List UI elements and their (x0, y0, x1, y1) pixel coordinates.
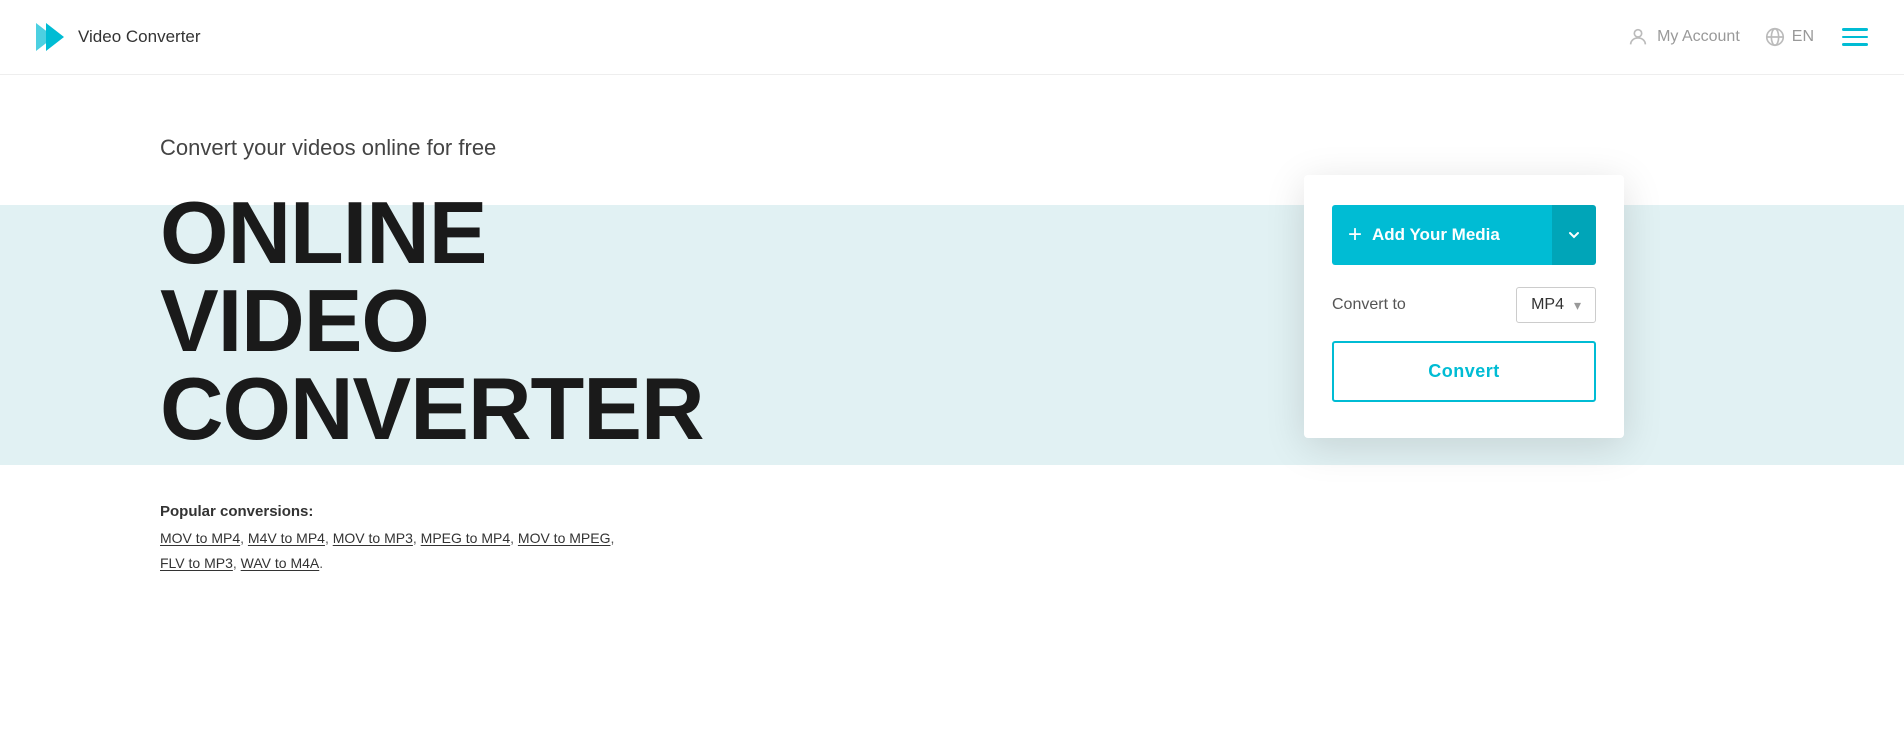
add-media-button[interactable]: + Add Your Media (1332, 205, 1552, 265)
format-value: MP4 (1531, 296, 1564, 314)
format-chevron-icon: ▾ (1574, 297, 1581, 314)
hero-title-line2: VIDEO (160, 277, 860, 365)
hero-content: Convert your videos online for free ONLI… (160, 135, 860, 576)
add-media-row: + Add Your Media (1332, 205, 1596, 265)
header-right: My Account EN (1627, 24, 1872, 50)
globe-icon (1764, 26, 1786, 48)
hamburger-line-1 (1842, 28, 1868, 31)
language-selector[interactable]: EN (1764, 26, 1814, 48)
popular-link-flv-mp3[interactable]: FLV to MP3 (160, 555, 233, 571)
logo[interactable]: Video Converter (32, 19, 201, 55)
hamburger-line-2 (1842, 36, 1868, 39)
popular-link-mov-mp4[interactable]: MOV to MP4 (160, 530, 240, 546)
add-media-dropdown-button[interactable] (1552, 205, 1596, 265)
plus-icon: + (1348, 223, 1362, 247)
popular-links: MOV to MP4, M4V to MP4, MOV to MP3, MPEG… (160, 526, 860, 576)
hero-subtitle: Convert your videos online for free (160, 135, 860, 161)
popular-link-mpeg-mp4[interactable]: MPEG to MP4 (421, 530, 510, 546)
popular-link-wav-m4a[interactable]: WAV to M4A (241, 555, 320, 571)
popular-label: Popular conversions: (160, 503, 860, 520)
header: Video Converter My Account EN (0, 0, 1904, 75)
convert-to-row: Convert to MP4 ▾ (1332, 287, 1596, 323)
my-account-link[interactable]: My Account (1627, 26, 1740, 48)
converter-card: + Add Your Media Convert to MP4 ▾ Conver… (1304, 175, 1624, 438)
logo-text: Video Converter (78, 27, 201, 47)
logo-icon (32, 19, 68, 55)
hero-title-line1: ONLINE (160, 189, 860, 277)
hero-section: Convert your videos online for free ONLI… (0, 75, 1904, 675)
format-select[interactable]: MP4 ▾ (1516, 287, 1596, 323)
hero-title-line3: CONVERTER (160, 365, 860, 453)
hamburger-line-3 (1842, 43, 1868, 46)
convert-button[interactable]: Convert (1332, 341, 1596, 402)
my-account-label: My Account (1657, 28, 1740, 46)
chevron-down-icon (1566, 227, 1582, 243)
popular-link-mov-mpeg[interactable]: MOV to MPEG (518, 530, 611, 546)
popular-conversions: Popular conversions: MOV to MP4, M4V to … (160, 503, 860, 576)
hero-title: ONLINE VIDEO CONVERTER (160, 189, 860, 453)
add-media-label: Add Your Media (1372, 225, 1500, 245)
hamburger-menu[interactable] (1838, 24, 1872, 50)
popular-link-mov-mp3[interactable]: MOV to MP3 (333, 530, 413, 546)
popular-link-m4v-mp4[interactable]: M4V to MP4 (248, 530, 325, 546)
convert-to-label: Convert to (1332, 296, 1406, 314)
user-icon (1627, 26, 1649, 48)
lang-label: EN (1792, 28, 1814, 46)
